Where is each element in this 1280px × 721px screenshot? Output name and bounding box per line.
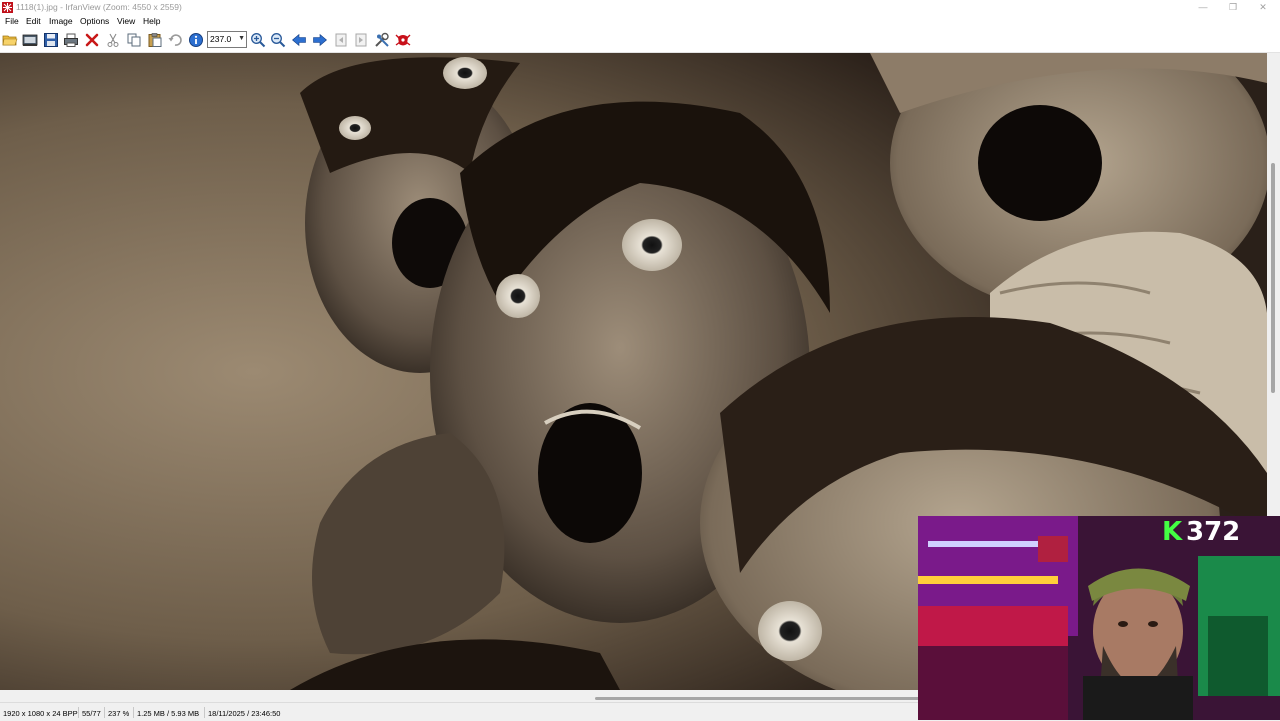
stream-counter: K 372 [1162, 518, 1280, 546]
irfanview-app-icon [2, 2, 13, 13]
undo-icon[interactable] [166, 31, 184, 49]
menu-view[interactable]: View [117, 16, 135, 26]
irfanview-logo-icon[interactable] [394, 31, 412, 49]
menu-options[interactable]: Options [80, 16, 109, 26]
menu-edit[interactable]: Edit [26, 16, 41, 26]
info-icon[interactable] [187, 31, 205, 49]
horizontal-scrollbar-thumb[interactable] [595, 697, 925, 700]
minimize-icon[interactable]: — [1188, 0, 1218, 15]
status-zoom: 237 % [108, 709, 130, 718]
menu-help[interactable]: Help [143, 16, 160, 26]
close-icon[interactable]: ✕ [1248, 0, 1278, 15]
previous-icon[interactable] [290, 31, 308, 49]
save-icon[interactable] [42, 31, 60, 49]
first-page-icon[interactable] [332, 31, 350, 49]
zoom-out-icon[interactable] [269, 31, 287, 49]
status-position: 55/77 [82, 709, 101, 718]
thumbnails-icon[interactable] [21, 31, 39, 49]
menu-file[interactable]: File [5, 16, 19, 26]
title-bar: 1118(1).jpg - IrfanView (Zoom: 4550 x 25… [0, 0, 1280, 15]
toolbar: 237.0 ▼ [0, 28, 1280, 53]
open-folder-icon[interactable] [1, 31, 19, 49]
chevron-down-icon[interactable]: ▼ [238, 35, 245, 42]
menu-bar: File Edit Image Options View Help [0, 15, 1280, 28]
cut-icon[interactable] [104, 31, 122, 49]
maximize-icon[interactable]: ❒ [1218, 0, 1248, 15]
next-icon[interactable] [311, 31, 329, 49]
status-dimensions: 1920 x 1080 x 24 BPP [3, 709, 78, 718]
delete-icon[interactable] [83, 31, 101, 49]
paste-icon[interactable] [146, 31, 164, 49]
zoom-combobox[interactable]: 237.0 ▼ [207, 31, 247, 48]
status-divider [78, 707, 79, 718]
status-datetime: 18/11/2025 / 23:46:50 [208, 709, 281, 718]
print-icon[interactable] [62, 31, 80, 49]
vertical-scrollbar-thumb[interactable] [1271, 163, 1275, 393]
status-divider [104, 707, 105, 718]
status-filesize: 1.25 MB / 5.93 MB [137, 709, 200, 718]
counter-letter: K [1162, 517, 1183, 547]
status-divider [133, 707, 134, 718]
zoom-in-icon[interactable] [249, 31, 267, 49]
counter-value: 372 [1186, 517, 1241, 547]
status-divider [204, 707, 205, 718]
menu-image[interactable]: Image [49, 16, 73, 26]
window-title: 1118(1).jpg - IrfanView (Zoom: 4550 x 25… [16, 2, 182, 12]
last-page-icon[interactable] [352, 31, 370, 49]
copy-icon[interactable] [125, 31, 143, 49]
settings-icon[interactable] [373, 31, 391, 49]
zoom-value: 237.0 [210, 34, 232, 44]
